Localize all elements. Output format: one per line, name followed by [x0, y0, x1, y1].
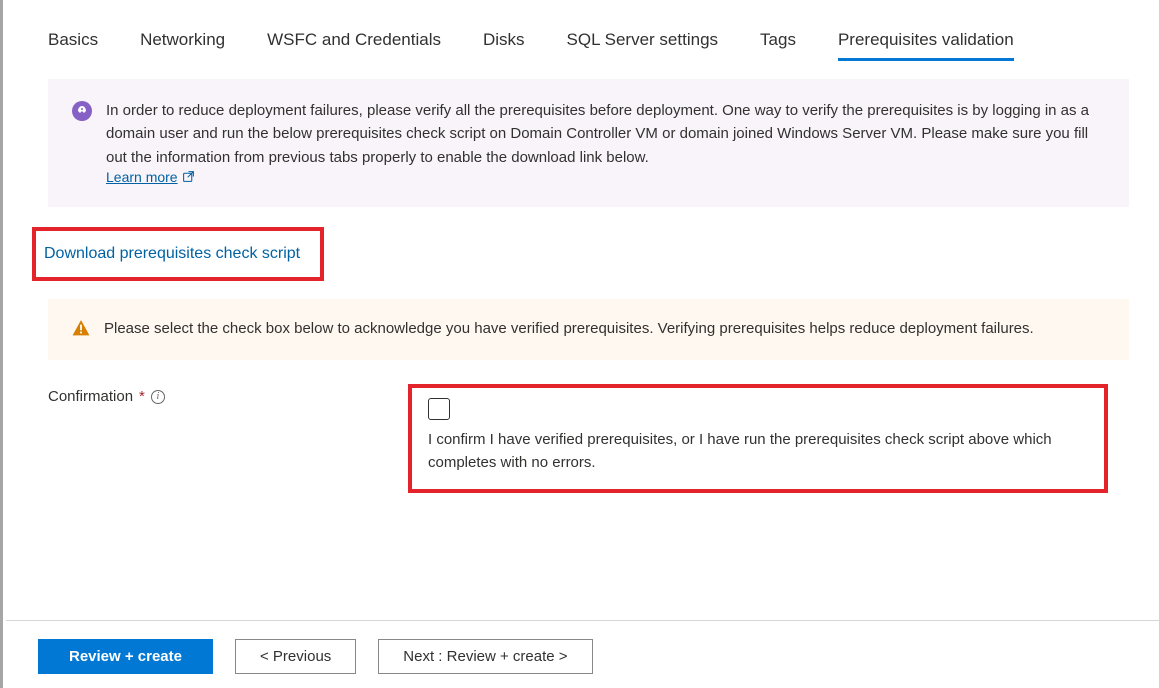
tab-disks[interactable]: Disks	[483, 30, 525, 61]
tab-tags[interactable]: Tags	[760, 30, 796, 61]
info-icon[interactable]: i	[151, 390, 165, 404]
review-create-button[interactable]: Review + create	[38, 639, 213, 674]
tab-sql-server-settings[interactable]: SQL Server settings	[567, 30, 719, 61]
learn-more-link[interactable]: Learn more	[106, 169, 195, 185]
tab-basics[interactable]: Basics	[48, 30, 98, 61]
confirmation-row: Confirmation * i I confirm I have verifi…	[48, 384, 1129, 493]
learn-more-label: Learn more	[106, 169, 178, 185]
download-link-highlight: Download prerequisites check script	[32, 227, 324, 281]
tab-prerequisites-validation[interactable]: Prerequisites validation	[838, 30, 1014, 61]
confirmation-checkbox[interactable]	[428, 398, 450, 420]
external-link-icon	[182, 170, 195, 183]
warning-icon	[72, 319, 90, 337]
info-banner: In order to reduce deployment failures, …	[48, 79, 1129, 207]
confirmation-label-text: Confirmation	[48, 388, 133, 405]
confirmation-highlight: I confirm I have verified prerequisites,…	[408, 384, 1108, 493]
tab-wsfc-credentials[interactable]: WSFC and Credentials	[267, 30, 441, 61]
rocket-icon	[72, 101, 92, 121]
tab-networking[interactable]: Networking	[140, 30, 225, 61]
info-banner-text: In order to reduce deployment failures, …	[106, 99, 1105, 169]
confirmation-label: Confirmation * i	[48, 384, 408, 405]
warning-banner: Please select the check box below to ack…	[48, 299, 1129, 360]
tab-bar: Basics Networking WSFC and Credentials D…	[48, 30, 1129, 61]
confirmation-text: I confirm I have verified prerequisites,…	[428, 428, 1088, 475]
previous-button[interactable]: < Previous	[235, 639, 356, 674]
required-marker: *	[139, 388, 145, 405]
footer-bar: Review + create < Previous Next : Review…	[6, 620, 1159, 688]
warning-banner-text: Please select the check box below to ack…	[104, 317, 1034, 340]
download-prerequisites-script-link[interactable]: Download prerequisites check script	[44, 245, 300, 262]
next-button[interactable]: Next : Review + create >	[378, 639, 592, 674]
